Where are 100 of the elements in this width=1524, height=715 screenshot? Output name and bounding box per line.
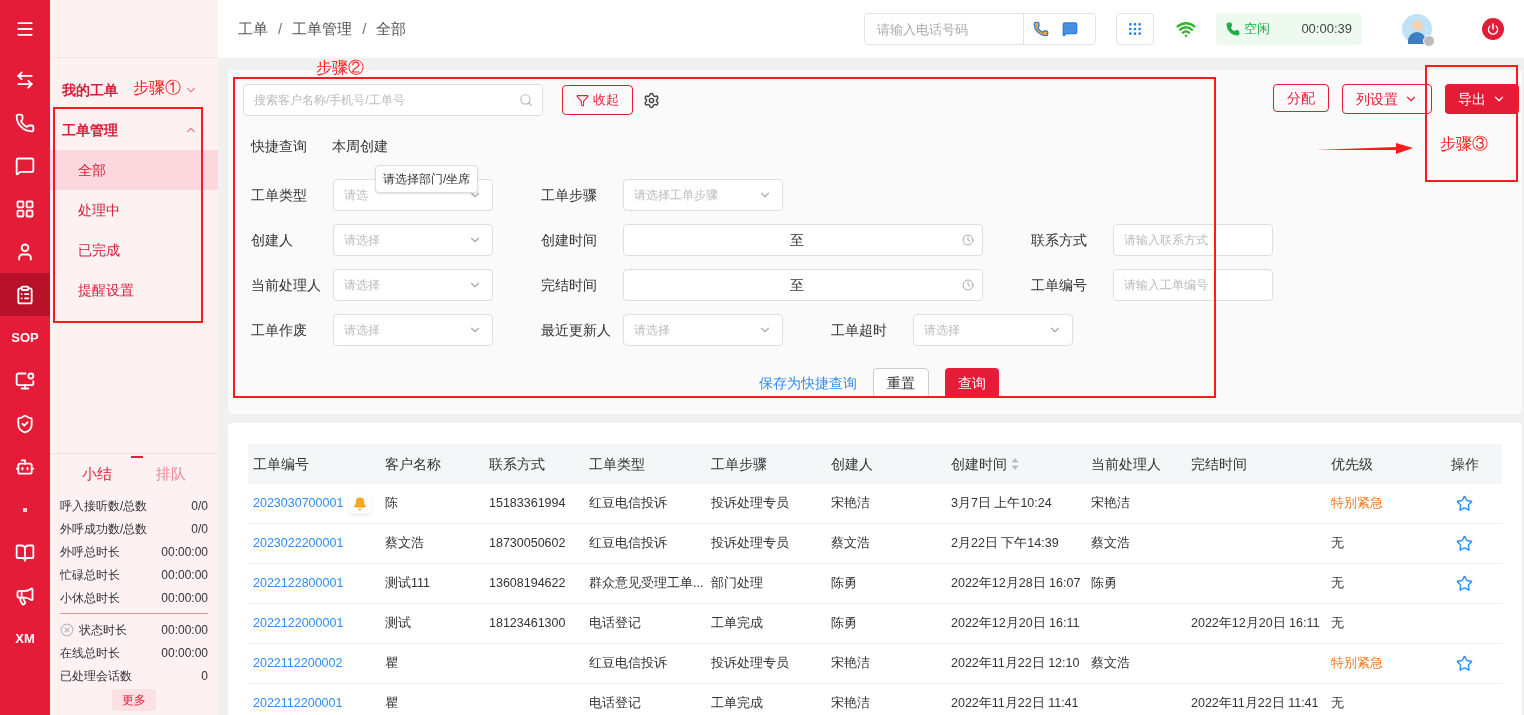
annotation-label: 步骤② bbox=[316, 58, 364, 78]
field-label: 创建时间 bbox=[540, 230, 598, 250]
order-number-link[interactable]: 2022122000001 bbox=[253, 614, 344, 633]
table-row[interactable]: 2023030700001 陈 15183361994 红豆电信投诉 投诉处理专员 宋艳洁 3月7日 上午10:24 宋艳洁 特别紧急 bbox=[248, 484, 1502, 524]
priority-text: 特别紧急 bbox=[1331, 495, 1383, 513]
stat-value: 0/0 bbox=[191, 520, 208, 538]
quick-query-item[interactable]: 本周创建 bbox=[332, 135, 388, 157]
breadcrumb-item[interactable]: 工单 bbox=[238, 17, 268, 41]
table-cell-text: 2022年12月20日 16:11 bbox=[1191, 615, 1320, 633]
phone-input[interactable]: 请输入电话号码 bbox=[865, 14, 1023, 44]
power-button[interactable] bbox=[1482, 18, 1504, 40]
search-icon bbox=[519, 93, 533, 107]
menu-item[interactable]: 已完成 bbox=[50, 230, 218, 270]
breadcrumb-item: 全部 bbox=[376, 18, 407, 39]
stat-value: 00:00:00 bbox=[161, 621, 208, 639]
table-cell-text: 2022年12月20日 16:11 bbox=[951, 615, 1080, 633]
table-cell-text: 电话登记 bbox=[589, 695, 641, 713]
star-icon[interactable] bbox=[1456, 535, 1473, 552]
table-cell-text: 陈 bbox=[385, 495, 398, 513]
column-settings-button[interactable]: 列设置 bbox=[1342, 84, 1432, 114]
stat-value: 00:00:00 bbox=[161, 543, 208, 561]
order-number-link[interactable]: 2022112200002 bbox=[253, 654, 343, 673]
priority-text: 无 bbox=[1331, 535, 1344, 553]
stat-value: 00:00:00 bbox=[161, 644, 208, 662]
star-icon[interactable] bbox=[1456, 495, 1473, 512]
table-cell-text: 2022年12月28日 16:07 bbox=[951, 575, 1081, 593]
table-row[interactable]: 2022112200002 瞿 红豆电信投诉 投诉处理专员 宋艳洁 2022年11月22日 12:10 蔡文浩 特别紧急 bbox=[248, 644, 1502, 684]
dialpad-button[interactable] bbox=[1116, 13, 1154, 45]
table-cell-text: 瞿 bbox=[385, 655, 398, 673]
export-button[interactable]: 导出 bbox=[1445, 84, 1519, 114]
shield-icon bbox=[15, 413, 35, 434]
text-field[interactable]: 请输入工单编号 bbox=[1113, 269, 1273, 301]
settings-icon[interactable] bbox=[643, 91, 660, 109]
column-header: 完结时间 bbox=[1191, 454, 1247, 474]
phone-field[interactable]: 请输入电话号码 bbox=[864, 13, 1096, 45]
table-cell-text: 2022年11月22日 11:41 bbox=[1191, 695, 1319, 713]
menu-icon bbox=[15, 19, 35, 39]
table-cell-text: 宋艳洁 bbox=[831, 695, 870, 713]
more-button[interactable]: 更多 bbox=[112, 689, 156, 711]
menu-item[interactable]: 提醒设置 bbox=[50, 270, 218, 310]
table-cell-text: 蔡文浩 bbox=[1091, 655, 1130, 673]
table-cell-text: 18123461300 bbox=[489, 615, 566, 633]
order-number-link[interactable]: 2023022200001 bbox=[253, 534, 344, 553]
column-header: 工单类型 bbox=[589, 454, 645, 474]
table-cell-text: 13608194622 bbox=[489, 575, 566, 593]
nav-item[interactable]: XM bbox=[0, 617, 50, 660]
search-field[interactable]: 搜索客户名称/手机号/工单号 bbox=[243, 84, 543, 116]
annotation-label: 步骤③ bbox=[1440, 134, 1488, 154]
column-header: 工单编号 bbox=[253, 454, 309, 474]
reset-button[interactable]: 重置 bbox=[873, 368, 929, 398]
date-range-field[interactable]: 至 bbox=[623, 224, 983, 256]
field-label: 联系方式 bbox=[1030, 230, 1088, 250]
breadcrumb-item[interactable]: 工单管理 bbox=[292, 17, 353, 41]
field-label: 完结时间 bbox=[540, 275, 598, 295]
assign-button[interactable]: 分配 bbox=[1273, 84, 1329, 112]
table-row[interactable]: 2022122000001 测试 18123461300 电话登记 工单完成 陈勇 2022年12月20日 16:11 2022年12月20日 16:11 无 bbox=[248, 604, 1502, 644]
chat-icon[interactable] bbox=[1062, 21, 1078, 37]
summary-tab[interactable]: 小结 bbox=[60, 462, 134, 486]
menu-item[interactable]: 全部 bbox=[50, 150, 218, 190]
menu-item[interactable]: 处理中 bbox=[50, 190, 218, 230]
star-icon[interactable] bbox=[1456, 575, 1473, 592]
table-row[interactable]: 2022122800001 测试111 13608194622 群众意见受理工单... 部门处理 陈勇 2022年12月28日 16:07 陈勇 无 bbox=[248, 564, 1502, 604]
table-row[interactable]: 2022112200001 瞿 电话登记 工单完成 宋艳洁 2022年11月22日 11:41 2022年11月22日 11:41 无 bbox=[248, 684, 1502, 715]
date-range-field[interactable]: 至 bbox=[623, 269, 983, 301]
status-text: 空闲 bbox=[1244, 20, 1270, 39]
phone-icon[interactable] bbox=[1033, 21, 1049, 37]
arrows-icon bbox=[15, 69, 35, 90]
stat-value: 00:00:00 bbox=[161, 566, 208, 584]
table-cell-text: 宋艳洁 bbox=[1091, 495, 1130, 513]
order-number-link[interactable]: 2022112200001 bbox=[253, 694, 343, 713]
table-cell-text: 蔡文浩 bbox=[1091, 535, 1130, 553]
order-number-link[interactable]: 2023030700001 bbox=[253, 494, 344, 513]
monitor-icon bbox=[15, 370, 35, 391]
stat-value: 00:00:00 bbox=[161, 589, 208, 607]
table-cell-text: 蔡文浩 bbox=[831, 535, 870, 553]
summary-tab[interactable]: 排队 bbox=[134, 462, 208, 486]
tooltip: 请选择部门/坐席 bbox=[375, 165, 479, 193]
order-number-link[interactable]: 2022122800001 bbox=[253, 574, 344, 593]
menu-group[interactable]: 工单管理 bbox=[50, 110, 218, 150]
stat-label: 外呼成功数/总数 bbox=[60, 520, 148, 538]
nav-item[interactable] bbox=[0, 273, 50, 316]
table-cell-text: 红豆电信投诉 bbox=[589, 535, 667, 553]
quick-query-label: 快捷查询 bbox=[251, 136, 308, 156]
table-cell-text: 部门处理 bbox=[711, 575, 763, 593]
stat-label: 小休总时长 bbox=[60, 589, 120, 607]
breadcrumb-separator: / bbox=[362, 18, 367, 39]
star-icon[interactable] bbox=[1456, 655, 1473, 672]
collapse-button[interactable]: 收起 bbox=[562, 85, 633, 115]
field-label: 工单步骤 bbox=[540, 185, 598, 205]
field-label: 工单编号 bbox=[1030, 275, 1088, 295]
avatar[interactable] bbox=[1402, 14, 1432, 44]
save-quick-query-link[interactable]: 保存为快捷查询 bbox=[759, 372, 857, 394]
tab-indicator-icon bbox=[131, 456, 143, 458]
text-field[interactable]: 请输入联系方式 bbox=[1113, 224, 1273, 256]
field-label: 创建人 bbox=[250, 230, 294, 250]
table-row[interactable]: 2023022200001 蔡文浩 18730050602 红豆电信投诉 投诉处理专员 蔡文浩 2月22日 下午14:39 蔡文浩 无 bbox=[248, 524, 1502, 564]
nav-item[interactable]: SOP bbox=[0, 316, 50, 359]
field-label: 工单作废 bbox=[250, 320, 308, 340]
query-button[interactable]: 查询 bbox=[945, 368, 999, 398]
book-icon bbox=[15, 542, 35, 563]
